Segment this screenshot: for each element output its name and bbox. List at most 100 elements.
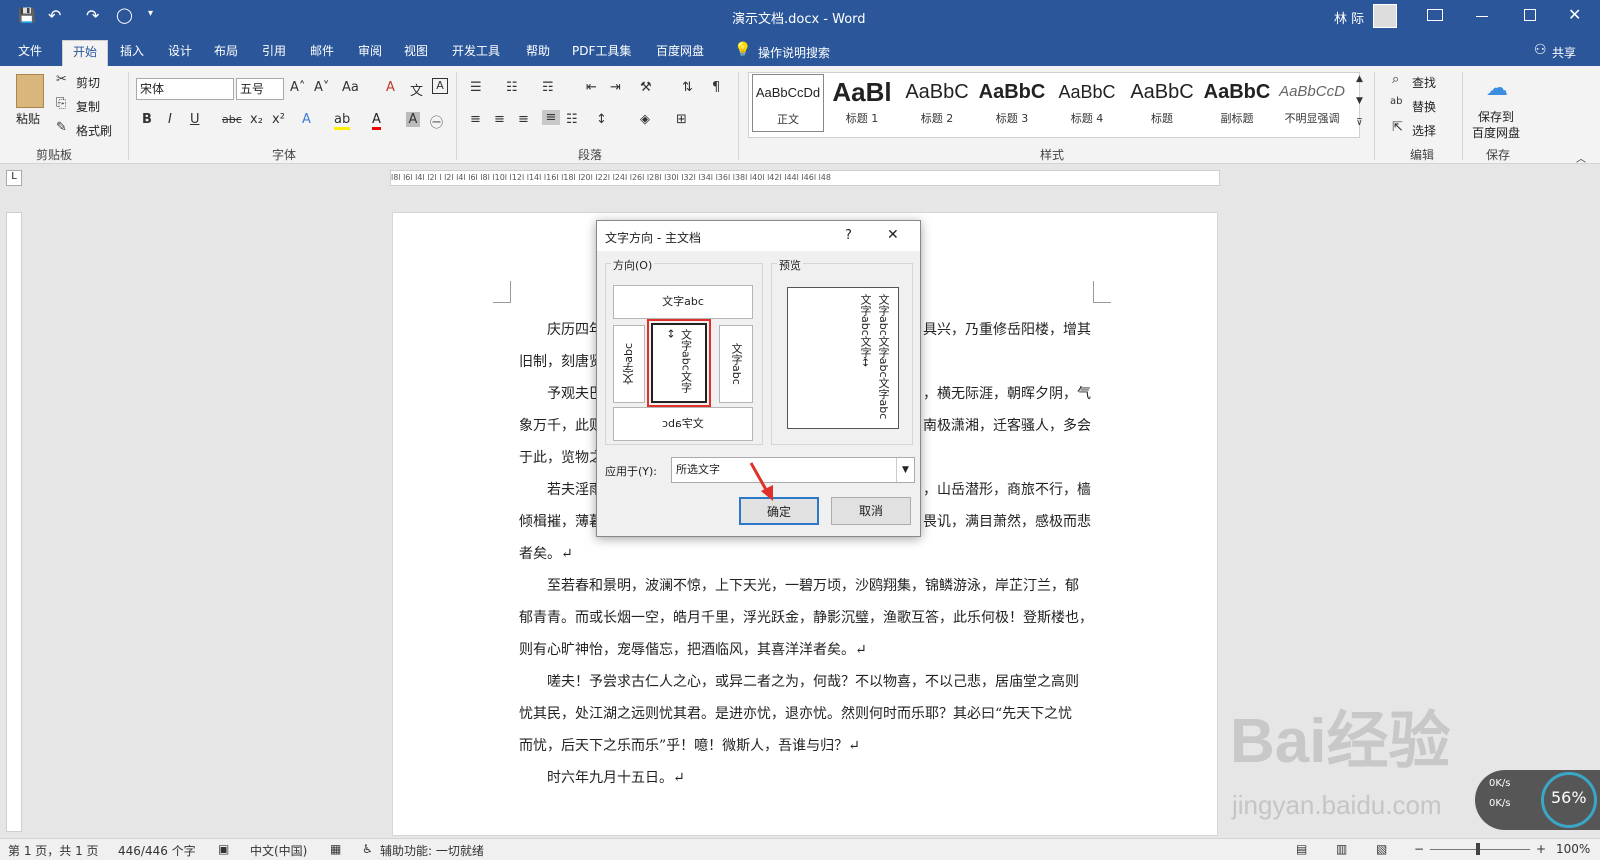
tab-help[interactable]: 帮助	[522, 40, 554, 66]
italic-icon[interactable]: I	[168, 112, 172, 127]
line-spacing-icon[interactable]: ↕	[596, 112, 607, 127]
pinyin-icon[interactable]: 文	[410, 80, 423, 99]
char-border-icon[interactable]: A	[432, 78, 448, 94]
dialog-close-button[interactable]: ✕	[887, 227, 899, 243]
undo-icon[interactable]: ↶	[48, 6, 61, 25]
enclose-char-icon[interactable]: ㊀	[430, 112, 443, 131]
network-speed-widget[interactable]: 0K/s 0K/s 56%	[1475, 770, 1600, 830]
replace-button[interactable]: 替换	[1412, 98, 1436, 115]
superscript-icon[interactable]: x²	[272, 112, 285, 127]
bullets-icon[interactable]: ☰	[470, 80, 482, 95]
horizontal-ruler[interactable]: l8l l6l l4l l2l l l2l l4l l6l l8l l10l l…	[390, 170, 1220, 186]
style-heading-2[interactable]: AaBbC 标题 2	[901, 74, 973, 132]
decrease-indent-icon[interactable]: ⇤	[586, 80, 597, 95]
show-marks-icon[interactable]: ¶	[712, 80, 720, 95]
align-left-icon[interactable]: ≡	[470, 112, 481, 127]
language[interactable]: 中文(中国)	[250, 842, 307, 859]
font-name-select[interactable]: 宋体	[136, 78, 234, 100]
align-right-icon[interactable]: ≡	[518, 112, 529, 127]
gallery-down-icon[interactable]: ▼	[1356, 96, 1363, 106]
zoom-out-icon[interactable]: −	[1414, 842, 1424, 856]
zoom-slider-thumb[interactable]	[1476, 843, 1480, 855]
copy-button[interactable]: 复制	[76, 98, 100, 115]
zoom-slider[interactable]	[1430, 849, 1530, 850]
tab-insert[interactable]: 插入	[116, 40, 148, 66]
page-count[interactable]: 第 1 页，共 1 页	[8, 842, 99, 859]
tab-developer[interactable]: 开发工具	[448, 40, 504, 66]
direction-vertical-option[interactable]: 文字abc文字↔	[651, 323, 707, 403]
accessibility-status[interactable]: 辅助功能: 一切就绪	[380, 842, 484, 859]
read-mode-icon[interactable]: ▤	[1296, 842, 1307, 856]
paste-icon[interactable]	[16, 74, 44, 108]
tab-pdf-tools[interactable]: PDF工具集	[568, 40, 635, 66]
style-title[interactable]: AaBbC 标题	[1126, 74, 1198, 132]
word-count[interactable]: 446/446 个字	[118, 842, 196, 859]
char-shading-icon[interactable]: A	[406, 112, 420, 127]
bold-icon[interactable]: B	[142, 112, 152, 127]
avatar[interactable]	[1373, 4, 1397, 28]
tab-view[interactable]: 视图	[400, 40, 432, 66]
distributed-icon[interactable]: ☷	[566, 112, 578, 127]
ribbon-display-icon[interactable]	[1427, 9, 1443, 21]
save-to-netdisk-line1[interactable]: 保存到	[1478, 108, 1514, 125]
style-heading-1[interactable]: AaBl 标题 1	[826, 74, 898, 132]
gallery-more-icon[interactable]: ⊽	[1356, 118, 1363, 128]
asian-layout-icon[interactable]: ⚒	[640, 80, 652, 95]
style-subtitle[interactable]: AaBbC 副标题	[1201, 74, 1273, 132]
direction-rotate-up-option[interactable]: 文字abc	[613, 325, 645, 403]
underline-icon[interactable]: U	[190, 112, 200, 127]
style-heading-3[interactable]: AaBbC 标题 3	[976, 74, 1048, 132]
zoom-in-icon[interactable]: +	[1536, 842, 1546, 856]
minimize-icon[interactable]	[1476, 16, 1488, 17]
highlight-icon[interactable]: ab	[334, 112, 351, 130]
increase-indent-icon[interactable]: ⇥	[610, 80, 621, 95]
style-heading-4[interactable]: AaBbC 标题 4	[1051, 74, 1123, 132]
share-button[interactable]: 共享	[1552, 44, 1576, 61]
paste-button[interactable]: 粘贴	[16, 110, 40, 127]
font-size-select[interactable]: 五号	[236, 78, 284, 100]
subscript-icon[interactable]: x₂	[250, 112, 263, 127]
proofing-icon[interactable]: ▣	[218, 842, 229, 856]
align-center-icon[interactable]: ≡	[494, 112, 505, 127]
tab-file[interactable]: 文件	[14, 40, 46, 66]
customize-qat-icon[interactable]: ▾	[148, 8, 153, 19]
help-button[interactable]: ?	[845, 228, 852, 243]
close-icon[interactable]: ✕	[1568, 5, 1581, 24]
print-layout-icon[interactable]: ▥	[1336, 842, 1347, 856]
shrink-font-icon[interactable]: A˅	[314, 80, 329, 95]
zoom-level[interactable]: 100%	[1556, 842, 1590, 856]
tab-review[interactable]: 审阅	[354, 40, 386, 66]
macro-icon[interactable]: ▦	[330, 842, 341, 856]
shading-icon[interactable]: ◈	[640, 112, 650, 127]
style-normal[interactable]: AaBbCcDd 正文	[752, 74, 824, 132]
tab-stop-selector[interactable]: L	[6, 170, 22, 186]
change-case-icon[interactable]: Aa	[342, 80, 359, 95]
gallery-up-icon[interactable]: ▲	[1356, 74, 1363, 84]
find-button[interactable]: 查找	[1412, 74, 1436, 91]
font-color-icon[interactable]: A	[372, 112, 381, 130]
circle-icon[interactable]: ◯	[116, 6, 133, 24]
vertical-ruler[interactable]	[6, 212, 22, 832]
direction-horizontal-flip-option[interactable]: 文字abc	[613, 407, 753, 441]
clear-format-icon[interactable]: A	[386, 80, 395, 95]
numbering-icon[interactable]: ☷	[506, 80, 518, 95]
cancel-button[interactable]: 取消	[831, 497, 911, 525]
user-name[interactable]: 林 际	[1334, 8, 1364, 27]
direction-rotate-down-option[interactable]: 文字abc	[719, 325, 753, 403]
redo-icon[interactable]: ↷	[86, 6, 99, 25]
restore-icon[interactable]	[1524, 9, 1536, 21]
tab-mailings[interactable]: 邮件	[306, 40, 338, 66]
justify-icon[interactable]: ≡	[542, 110, 560, 125]
tab-design[interactable]: 设计	[164, 40, 196, 66]
collapse-ribbon-icon[interactable]: ︿	[1576, 150, 1586, 165]
style-subtle-emphasis[interactable]: AaBbCcD 不明显强调	[1276, 74, 1348, 132]
tab-references[interactable]: 引用	[258, 40, 290, 66]
direction-horizontal-option[interactable]: 文字abc	[613, 285, 753, 319]
borders-icon[interactable]: ⊞	[676, 112, 687, 127]
tell-me-search[interactable]: 操作说明搜索	[758, 44, 830, 61]
web-layout-icon[interactable]: ▧	[1376, 842, 1387, 856]
save-to-netdisk-line2[interactable]: 百度网盘	[1472, 124, 1520, 141]
select-button[interactable]: 选择	[1412, 122, 1436, 139]
text-effects-icon[interactable]: A	[302, 112, 311, 127]
cut-button[interactable]: 剪切	[76, 74, 100, 91]
